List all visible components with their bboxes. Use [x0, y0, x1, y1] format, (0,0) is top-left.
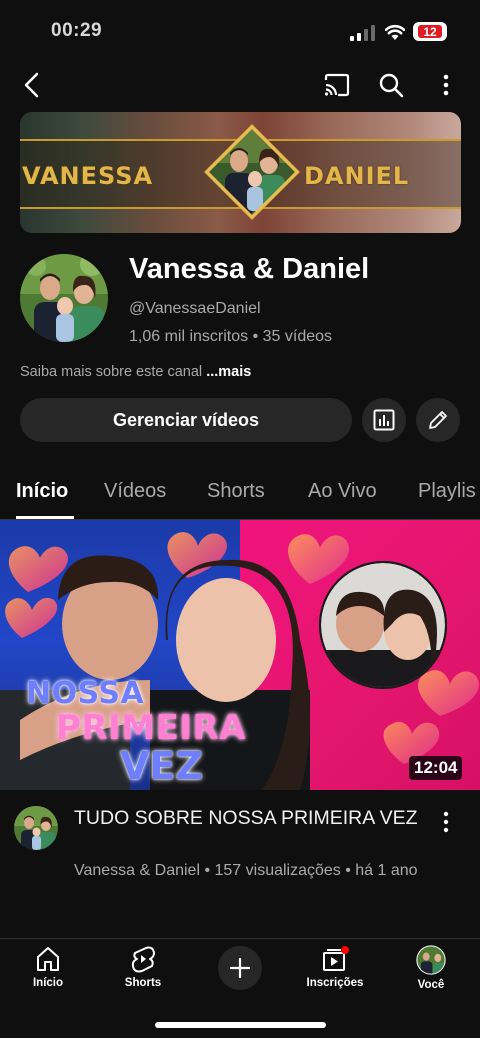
home-indicator	[155, 1022, 326, 1028]
video-title[interactable]: TUDO SOBRE NOSSA PRIMEIRA VEZ	[74, 806, 420, 831]
back-button[interactable]	[18, 70, 44, 100]
channel-stats: 1,06 mil inscritos • 35 vídeos	[129, 328, 333, 345]
banner-family-photo	[204, 124, 300, 220]
channel-handle: @VanessaeDaniel	[129, 300, 261, 317]
video-channel-avatar[interactable]	[14, 806, 58, 850]
nav-home-label: Início	[32, 977, 64, 989]
channel-avatar[interactable]	[20, 254, 108, 342]
nav-subscriptions-label: Inscrições	[306, 977, 364, 989]
tab-playlists[interactable]: Playlis	[418, 480, 476, 503]
nav-home[interactable]: Início	[8, 945, 88, 989]
video-thumbnail[interactable]: NOSSA PRIMEIRA VEZ	[0, 520, 480, 790]
channel-tabs: Início Vídeos Shorts Ao Vivo Playlis	[0, 468, 480, 520]
tab-inicio[interactable]: Início	[16, 480, 68, 503]
more-options-button[interactable]	[434, 70, 458, 100]
channel-name: Vanessa & Daniel	[129, 253, 370, 285]
subscriptions-icon	[323, 946, 349, 971]
tab-ao-vivo[interactable]: Ao Vivo	[308, 480, 377, 503]
cast-icon	[324, 73, 350, 97]
video-channel-avatar-photo	[14, 806, 58, 850]
nav-you[interactable]: Você	[391, 945, 471, 991]
home-icon	[37, 947, 59, 971]
tab-shorts[interactable]: Shorts	[207, 480, 265, 503]
channel-banner: VANESSA DANIEL	[20, 112, 461, 233]
channel-about-link[interactable]: Saiba mais sobre este canal ...mais	[20, 364, 251, 380]
back-arrow-icon	[24, 72, 39, 98]
pencil-icon	[429, 411, 447, 429]
search-button[interactable]	[376, 70, 406, 100]
more-vertical-icon	[443, 74, 449, 96]
banner-name-right: DANIEL	[304, 162, 410, 190]
shorts-icon	[131, 946, 155, 973]
avatar	[416, 945, 446, 975]
analytics-button[interactable]	[362, 398, 406, 442]
channel-avatar-photo	[20, 254, 108, 342]
banner-name-left: VANESSA	[22, 162, 154, 190]
nav-shorts-label: Shorts	[124, 977, 162, 989]
nav-you-label: Você	[417, 979, 445, 991]
signal-icon	[350, 25, 375, 41]
thumbnail-artwork	[0, 532, 479, 790]
top-app-bar	[0, 62, 480, 108]
nav-shorts[interactable]: Shorts	[103, 945, 183, 989]
wifi-icon	[385, 24, 405, 40]
edit-channel-button[interactable]	[416, 398, 460, 442]
search-icon	[379, 73, 404, 98]
active-tab-indicator	[16, 516, 74, 519]
status-time: 00:29	[51, 20, 103, 41]
video-more-button[interactable]	[436, 808, 456, 836]
status-bar: 00:29 12	[0, 0, 480, 62]
video-duration-badge: 12:04	[409, 756, 463, 780]
thumbnail-text-line3: VEZ	[120, 744, 203, 788]
thumbnail-text-line2: PRIMEIRA	[56, 708, 246, 748]
tab-videos[interactable]: Vídeos	[104, 480, 166, 503]
analytics-icon	[373, 409, 395, 431]
manage-videos-button[interactable]: Gerenciar vídeos	[20, 398, 352, 442]
thumbnail-text-line1: NOSSA	[26, 676, 145, 711]
battery-icon: 12	[413, 22, 447, 41]
video-meta: Vanessa & Daniel • 157 visualizações • h…	[74, 862, 418, 879]
nav-subscriptions[interactable]: Inscrições	[295, 945, 375, 989]
create-button[interactable]	[218, 946, 262, 990]
channel-about-more[interactable]: ...mais	[206, 364, 251, 380]
channel-about-text: Saiba mais sobre este canal	[20, 364, 203, 380]
more-vertical-icon	[443, 811, 449, 833]
plus-icon	[229, 957, 251, 979]
battery-level: 12	[418, 25, 442, 39]
cast-button[interactable]	[322, 70, 352, 100]
